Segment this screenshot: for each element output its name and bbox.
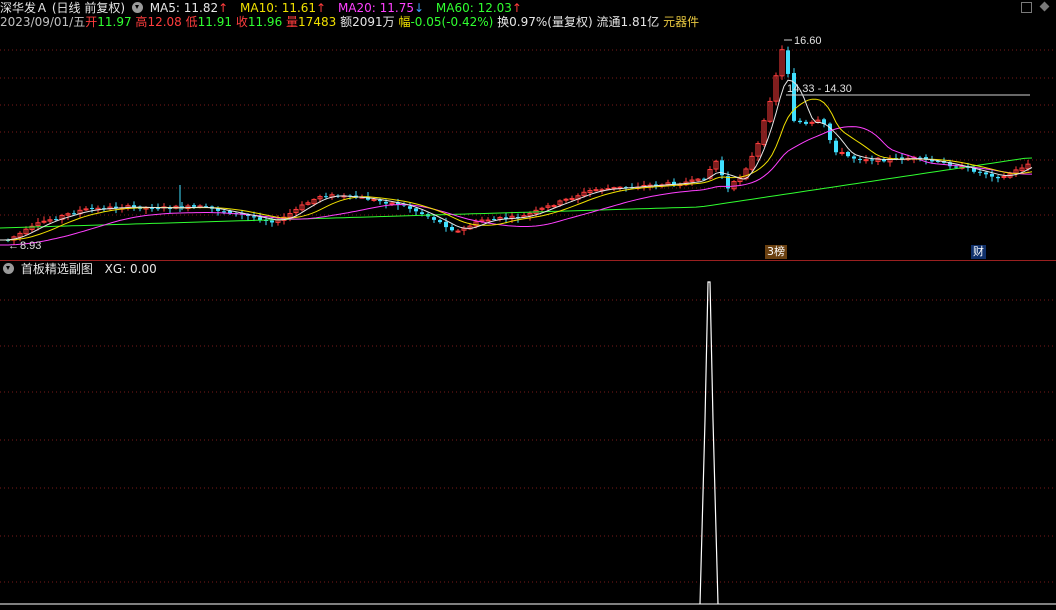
candle-body: [996, 176, 1000, 179]
candle-body: [569, 197, 575, 200]
subchart-header: 首板精选副图 XG: 0.00: [0, 261, 157, 277]
candle-body: [792, 73, 796, 121]
candle-body: [83, 208, 89, 211]
candle-body: [954, 166, 958, 168]
candle-body: [978, 171, 982, 173]
candle-body: [384, 201, 388, 204]
candle-body: [41, 220, 47, 223]
high-price-label: 16.60: [794, 35, 822, 47]
candle-body: [984, 172, 988, 175]
chart-gridlines: [0, 49, 1056, 216]
candle-body: [408, 206, 412, 209]
candle-body: [798, 120, 802, 123]
candle-body: [809, 121, 815, 124]
dragon-tiger-tag[interactable]: 3榜: [765, 245, 787, 259]
candle-body: [54, 219, 58, 221]
candle-body: [72, 213, 76, 215]
subchart-gridlines: [0, 299, 1056, 583]
signal-spike: [699, 281, 719, 605]
candle-body: [551, 205, 557, 208]
candle-body: [455, 230, 461, 233]
low-arrow-icon: ←: [8, 240, 19, 252]
candle-body: [132, 205, 136, 207]
candle-body: [438, 220, 442, 223]
low-price-label: 8.93: [20, 240, 41, 252]
candle-body: [90, 207, 94, 209]
candle-body: [563, 198, 569, 201]
candle-body: [786, 50, 790, 74]
candlestick-chart[interactable]: 16.60 14.33 - 14.30 ← 8.93: [0, 0, 1056, 260]
candle-body: [852, 156, 856, 159]
candle-body: [593, 189, 599, 192]
subchart-title[interactable]: 首板精选副图: [21, 262, 93, 276]
candle-body: [485, 219, 491, 222]
candle-body: [846, 151, 850, 157]
candle-body: [414, 208, 418, 212]
candle-body: [834, 140, 838, 153]
candle-body: [324, 196, 328, 198]
range-label: 14.33 - 14.30: [787, 83, 852, 95]
candle-body: [270, 220, 274, 223]
candle-body: [1001, 175, 1007, 178]
candle-body: [192, 205, 196, 207]
candle-body: [990, 173, 994, 177]
candle-body: [858, 159, 862, 161]
candle-body: [371, 198, 377, 201]
candle-body: [420, 212, 424, 214]
candle-body: [611, 187, 617, 190]
candle-body: [804, 121, 808, 124]
candle-body: [863, 159, 869, 162]
candle-body: [444, 221, 448, 228]
candle-body: [258, 217, 262, 221]
candle-body: [450, 227, 454, 231]
candle-body: [156, 208, 160, 210]
finance-tag[interactable]: 财: [971, 245, 986, 259]
candle-body: [492, 219, 496, 221]
candle-body: [432, 217, 436, 220]
candle-body: [870, 159, 874, 161]
dropdown-circle-icon[interactable]: [3, 263, 14, 274]
ma20-line: [0, 126, 1032, 246]
candle-body: [839, 151, 845, 154]
xg-value: XG: 0.00: [104, 262, 157, 276]
ma10-line: [0, 98, 1033, 241]
candle-body: [222, 211, 226, 213]
candle-body: [252, 216, 256, 218]
panel-divider[interactable]: [0, 260, 1056, 261]
